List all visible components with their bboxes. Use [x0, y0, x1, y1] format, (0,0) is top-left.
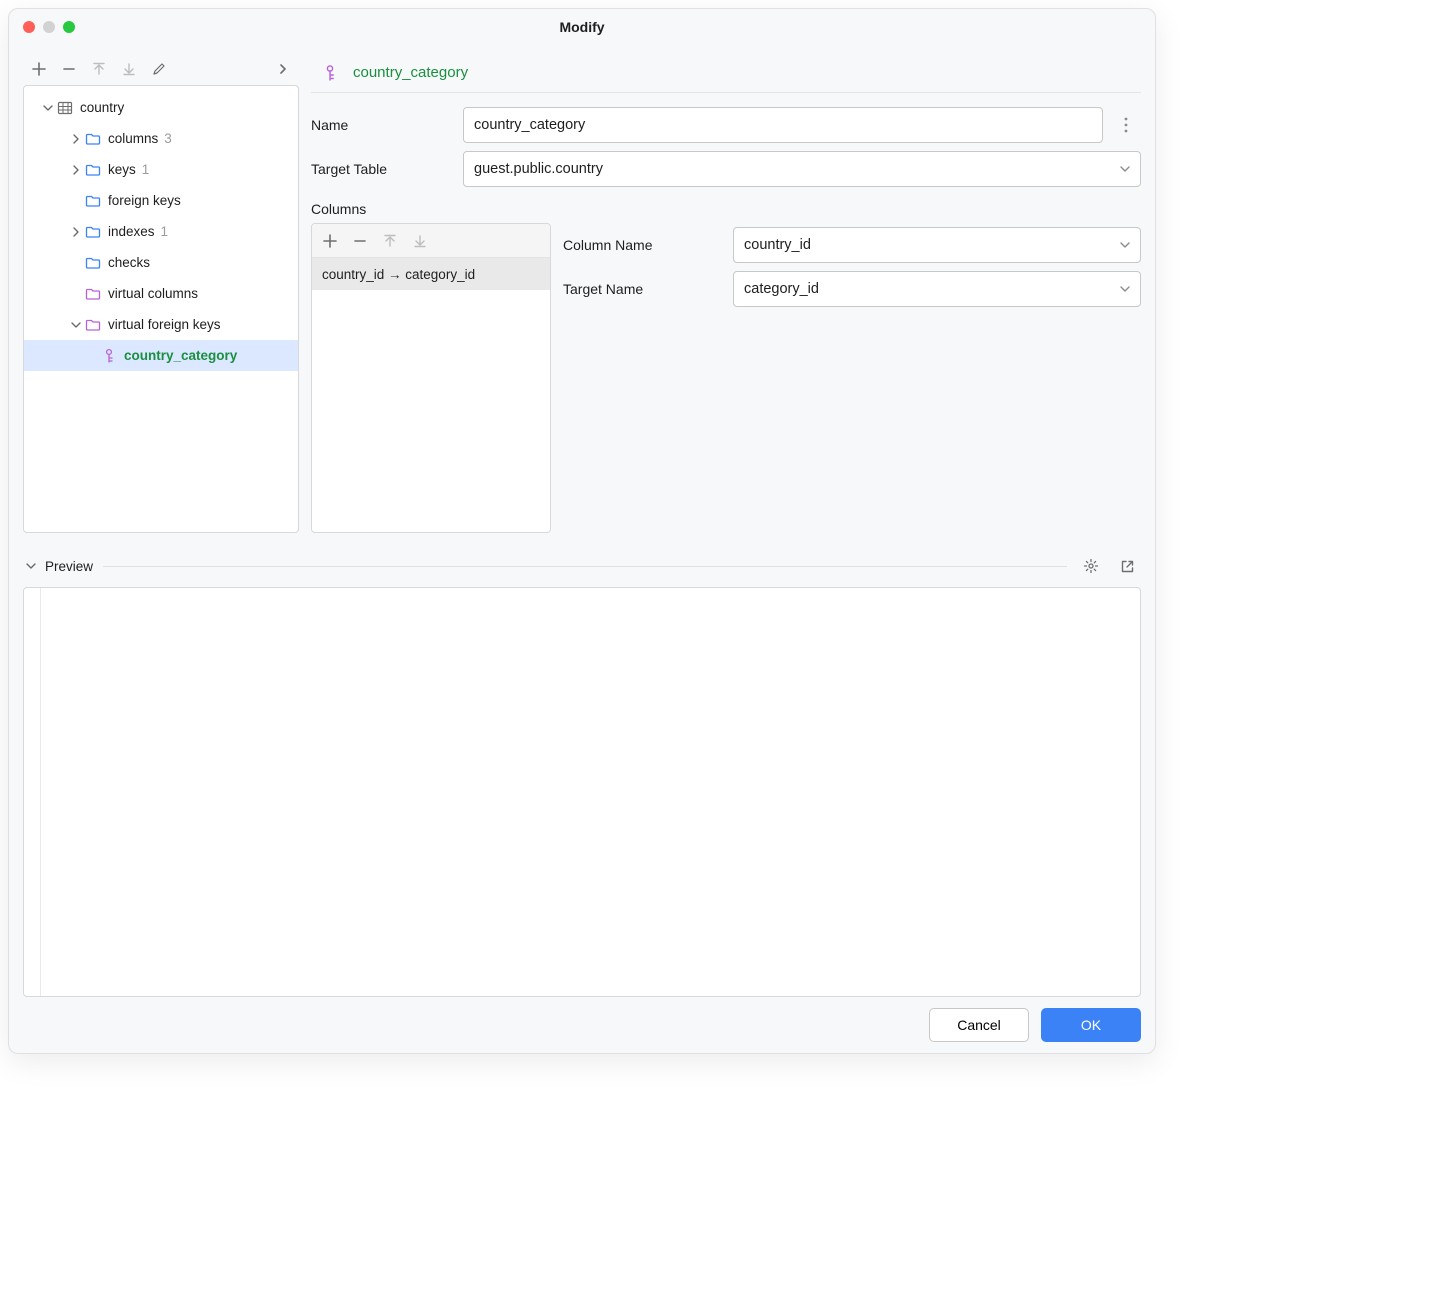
target-name-row: Target Name category_id [563, 267, 1141, 311]
chevron-right-icon [68, 162, 84, 178]
chevron-down-icon [1120, 164, 1130, 174]
tree-node-foreign-keys[interactable]: foreign keys [24, 185, 298, 216]
columns-area: country_id → category_id Column Name cou… [311, 223, 1141, 533]
name-label: Name [311, 117, 463, 133]
tree-node-virtual-foreign-keys[interactable]: virtual foreign keys [24, 309, 298, 340]
tree-node-virtual-columns[interactable]: virtual columns [24, 278, 298, 309]
expand-button[interactable] [269, 55, 297, 83]
name-input[interactable] [463, 107, 1103, 143]
tree-label: virtual foreign keys [108, 317, 221, 332]
tree-label: country [80, 100, 124, 115]
target-name-label: Target Name [563, 281, 733, 297]
column-mapping-text: country_id → category_id [322, 267, 475, 282]
target-name-value: category_id [744, 281, 819, 297]
top-split: country columns 3 [23, 53, 1141, 533]
tree-label: checks [108, 255, 150, 270]
chevron-down-icon [1120, 284, 1130, 294]
move-up-button[interactable] [85, 55, 113, 83]
sidebar: country columns 3 [23, 53, 299, 533]
column-mapping-row[interactable]: country_id → category_id [312, 258, 550, 290]
move-column-up-button[interactable] [376, 227, 404, 255]
button-bar: Cancel OK [9, 997, 1155, 1053]
folder-icon [84, 192, 102, 210]
tree-node-country[interactable]: country [24, 92, 298, 123]
target-table-select[interactable]: guest.public.country [463, 151, 1141, 187]
add-button[interactable] [25, 55, 53, 83]
titlebar: Modify [9, 9, 1155, 45]
column-name-value: country_id [744, 237, 811, 253]
chevron-down-icon[interactable] [23, 558, 39, 574]
tree-node-columns[interactable]: columns 3 [24, 123, 298, 154]
folder-icon [84, 223, 102, 241]
tree-label: indexes [108, 224, 155, 239]
main-panel: country_category Name Target Table guest… [311, 53, 1141, 533]
folder-icon [84, 316, 102, 334]
tree-count: 1 [161, 224, 169, 239]
tree-node-checks[interactable]: checks [24, 247, 298, 278]
chevron-down-icon [40, 100, 56, 116]
tree-node-country-category[interactable]: country_category [24, 340, 298, 371]
chevron-down-icon [68, 317, 84, 333]
target-table-label: Target Table [311, 161, 463, 177]
settings-button[interactable] [1077, 552, 1105, 580]
folder-icon [84, 285, 102, 303]
open-external-button[interactable] [1113, 552, 1141, 580]
chevron-right-icon [68, 224, 84, 240]
tree-label: virtual columns [108, 286, 198, 301]
object-name-header: country_category [353, 64, 468, 81]
add-column-button[interactable] [316, 227, 344, 255]
tree-count: 3 [164, 131, 172, 146]
tree-label: country_category [124, 348, 237, 363]
column-mappings-list: country_id → category_id [311, 223, 551, 533]
column-name-select[interactable]: country_id [733, 227, 1141, 263]
window-title: Modify [9, 19, 1155, 35]
name-row: Name [311, 103, 1141, 147]
dialog-body: country columns 3 [9, 45, 1155, 997]
chevron-down-icon [1120, 240, 1130, 250]
tree-label: columns [108, 131, 158, 146]
tree-label: foreign keys [108, 193, 181, 208]
target-name-select[interactable]: category_id [733, 271, 1141, 307]
table-icon [56, 99, 74, 117]
modify-dialog-window: Modify [8, 8, 1156, 1054]
tree-node-indexes[interactable]: indexes 1 [24, 216, 298, 247]
tree-node-keys[interactable]: keys 1 [24, 154, 298, 185]
sidebar-toolbar [23, 53, 299, 85]
folder-icon [84, 161, 102, 179]
edit-button[interactable] [145, 55, 173, 83]
columns-form: Column Name country_id Target Name [563, 223, 1141, 533]
tree-count: 1 [142, 162, 150, 177]
remove-button[interactable] [55, 55, 83, 83]
ok-button[interactable]: OK [1041, 1008, 1141, 1042]
target-table-value: guest.public.country [474, 161, 603, 177]
column-name-row: Column Name country_id [563, 223, 1141, 267]
cancel-button[interactable]: Cancel [929, 1008, 1029, 1042]
chevron-right-icon [68, 131, 84, 147]
preview-title: Preview [45, 559, 93, 574]
key-icon [100, 347, 118, 365]
target-table-row: Target Table guest.public.country [311, 147, 1141, 191]
columns-toolbar [312, 224, 550, 258]
tree-label: keys [108, 162, 136, 177]
column-name-label: Column Name [563, 237, 733, 253]
folder-icon [84, 254, 102, 272]
more-options-button[interactable] [1111, 107, 1141, 143]
remove-column-button[interactable] [346, 227, 374, 255]
preview-editor[interactable] [23, 587, 1141, 997]
folder-icon [84, 130, 102, 148]
key-icon [321, 64, 339, 82]
object-header: country_category [311, 53, 1141, 93]
move-column-down-button[interactable] [406, 227, 434, 255]
preview-section: Preview [23, 553, 1141, 997]
move-down-button[interactable] [115, 55, 143, 83]
object-tree[interactable]: country columns 3 [23, 85, 299, 533]
preview-header: Preview [23, 553, 1141, 579]
columns-heading: Columns [311, 201, 1141, 217]
